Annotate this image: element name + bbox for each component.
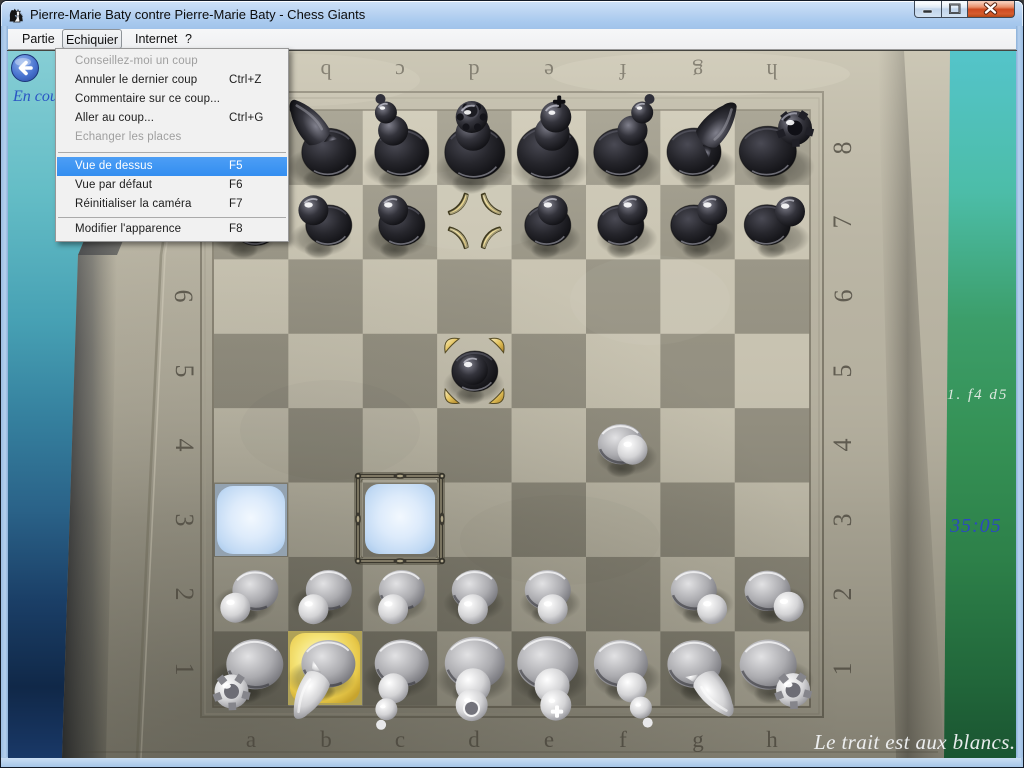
svg-text:a: a [246, 727, 256, 752]
svg-text:4: 4 [170, 439, 199, 452]
svg-text:e: e [544, 59, 554, 84]
svg-text:7: 7 [828, 216, 857, 229]
svg-text:g: g [693, 59, 704, 84]
svg-text:Le trait est aux blancs.: Le trait est aux blancs. [813, 730, 1016, 754]
svg-text:2: 2 [170, 588, 199, 601]
svg-text:e: e [544, 727, 554, 752]
svg-text:1: 1 [828, 663, 857, 676]
svg-text:6: 6 [169, 290, 198, 303]
svg-text:1: 1 [170, 663, 199, 676]
svg-text:3: 3 [828, 514, 857, 527]
svg-text:5: 5 [828, 365, 857, 378]
svg-text:b: b [320, 727, 332, 752]
svg-text:h: h [767, 59, 778, 84]
svg-text:f: f [619, 59, 627, 84]
svg-text:c: c [395, 727, 405, 752]
svg-text:d: d [469, 59, 480, 84]
svg-text:f: f [619, 727, 627, 752]
svg-text:En cou: En cou [12, 88, 58, 105]
svg-text:1. f4 d5: 1. f4 d5 [947, 387, 1008, 403]
svg-text:d: d [468, 727, 480, 752]
svg-text:3: 3 [170, 514, 199, 527]
svg-text:35:05: 35:05 [949, 515, 1002, 537]
svg-text:2: 2 [828, 588, 857, 601]
svg-text:6: 6 [829, 290, 858, 303]
svg-text:5: 5 [170, 365, 199, 378]
svg-text:h: h [766, 727, 778, 752]
svg-text:b: b [321, 59, 332, 84]
svg-text:8: 8 [828, 142, 857, 155]
svg-text:c: c [395, 59, 405, 84]
svg-text:4: 4 [828, 439, 857, 452]
svg-text:g: g [692, 727, 704, 752]
